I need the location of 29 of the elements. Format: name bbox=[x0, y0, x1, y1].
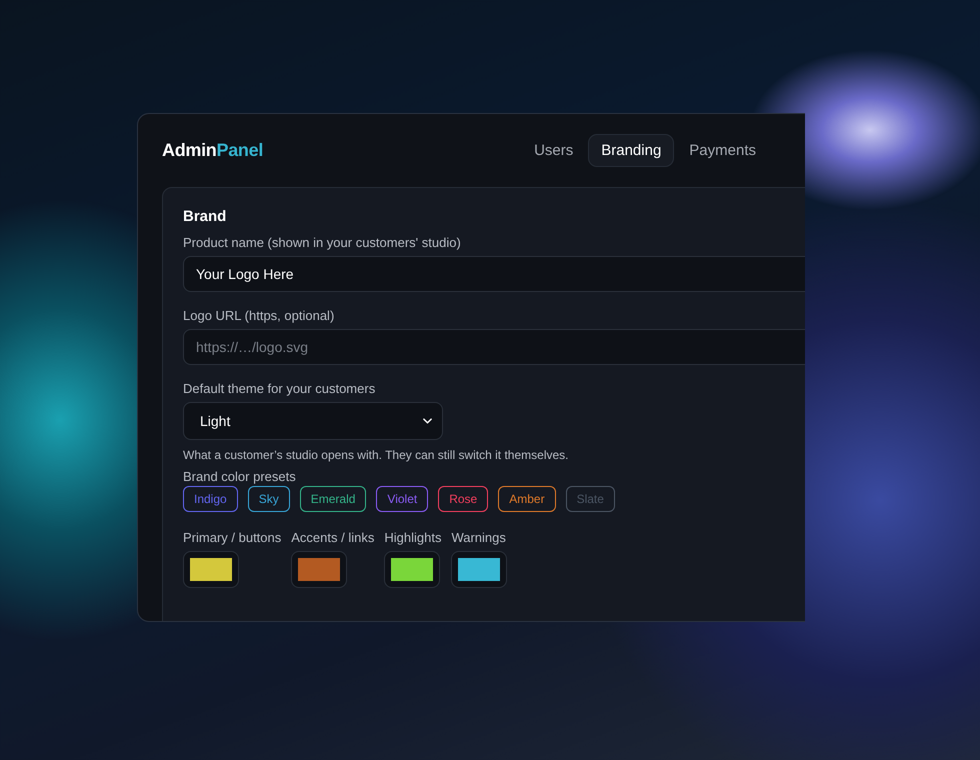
section-title: Brand bbox=[183, 208, 228, 225]
logo-text: Admin bbox=[162, 140, 216, 160]
preset-chip[interactable]: Violet bbox=[376, 486, 428, 512]
color-label: Accents / links bbox=[291, 530, 374, 545]
preset-chip[interactable]: Emerald bbox=[300, 486, 366, 512]
theme-dropdown[interactable]: Light bbox=[183, 402, 443, 440]
logo-url-field[interactable]: https://…/logo.svg bbox=[183, 329, 805, 365]
field-label: Brand color presets bbox=[183, 469, 297, 484]
color-label: Warnings bbox=[451, 530, 507, 545]
nav-tab[interactable]: Payments bbox=[676, 134, 769, 167]
nav-tab[interactable]: Users bbox=[521, 134, 586, 167]
color-label: Highlights bbox=[384, 530, 442, 545]
logo-text: Panel bbox=[216, 140, 264, 160]
help-text: What a customer’s studio opens with. They can still switch it themselves. bbox=[183, 448, 570, 462]
color-picker[interactable] bbox=[183, 551, 239, 588]
nav-tab[interactable]: Branding bbox=[588, 134, 674, 167]
preset-chip[interactable]: Amber bbox=[498, 486, 556, 512]
color-picker[interactable] bbox=[384, 551, 440, 588]
preset-chip[interactable]: Indigo bbox=[183, 486, 238, 512]
chevron-down-icon bbox=[423, 418, 432, 424]
preset-chip[interactable]: Rose bbox=[438, 486, 488, 512]
color-label: Primary / buttons bbox=[183, 530, 282, 545]
field-label: Logo URL (https, optional) bbox=[183, 308, 336, 323]
color-picker[interactable] bbox=[451, 551, 508, 588]
color-picker[interactable] bbox=[291, 551, 348, 588]
field-label: Default theme for your customers bbox=[183, 381, 376, 396]
preset-chip[interactable]: Sky bbox=[248, 486, 290, 512]
product-name-field[interactable]: Your Logo Here bbox=[183, 256, 805, 292]
field-label: Product name (shown in your customers' studio) bbox=[183, 235, 462, 250]
